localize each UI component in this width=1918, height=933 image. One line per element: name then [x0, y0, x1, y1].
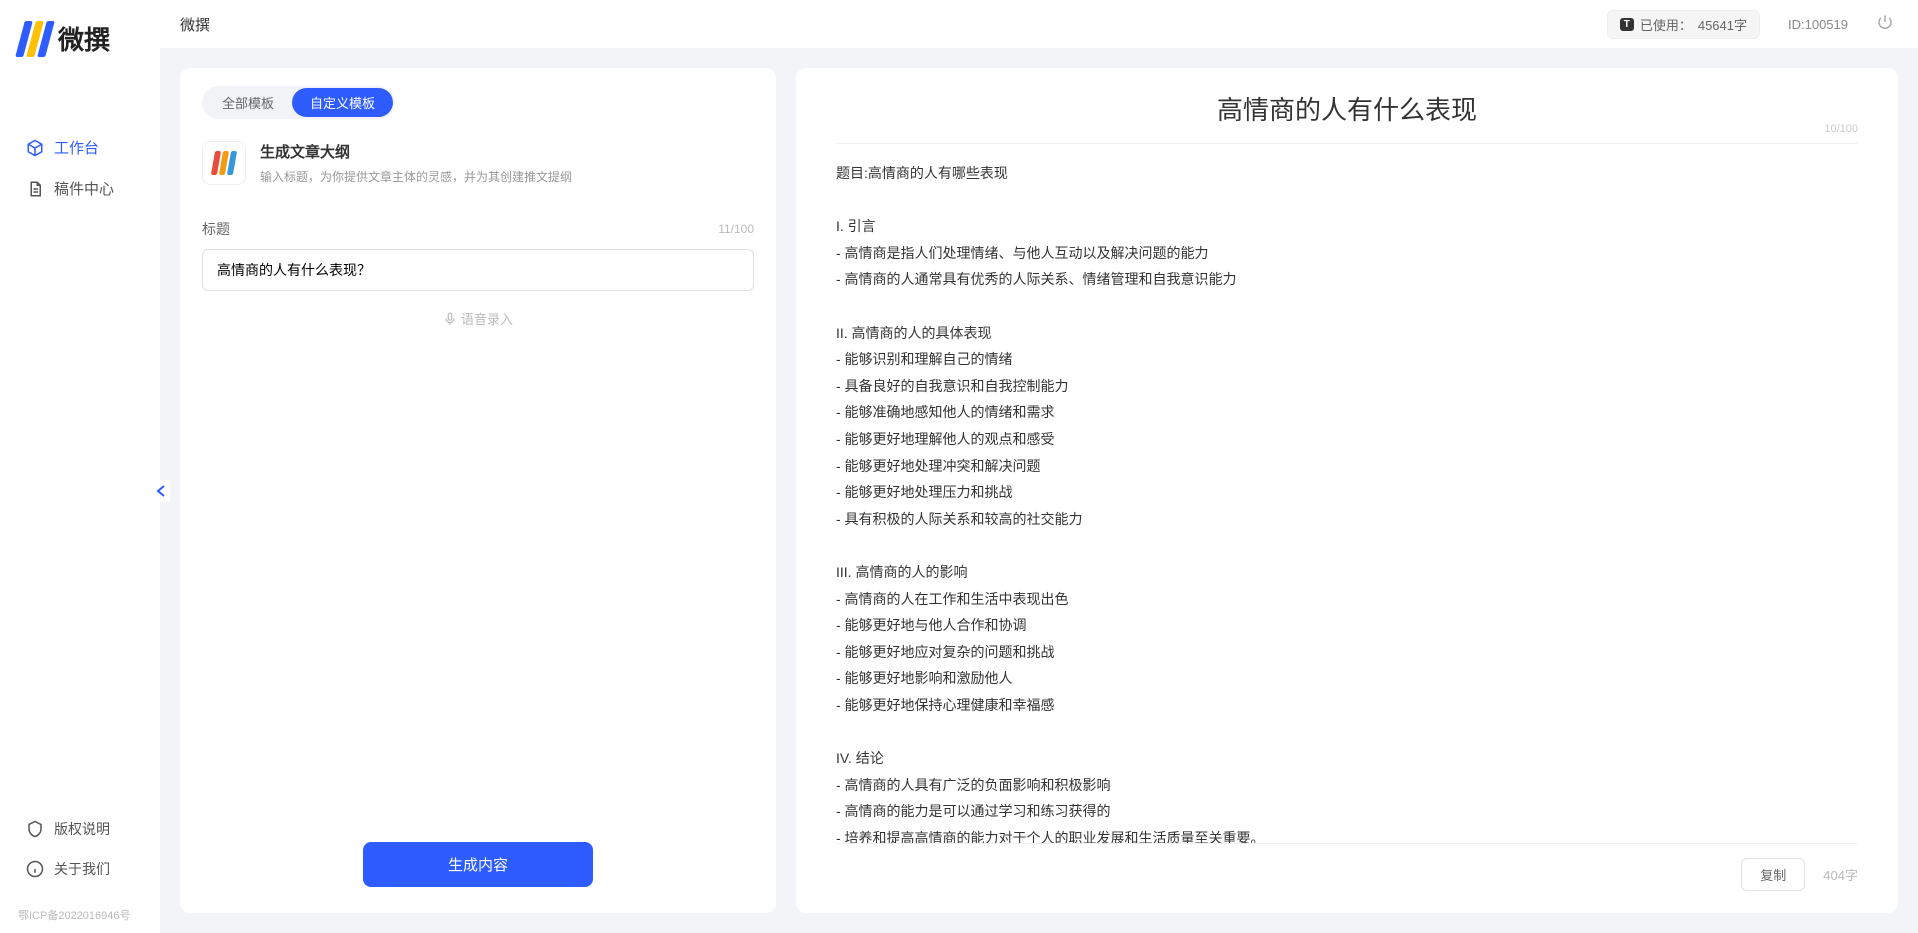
logo-text: 微撰 [58, 20, 110, 57]
content: 全部模板 自定义模板 生成文章大纲 输入标题，为你提供文章主体的灵感，并为其创建… [160, 48, 1918, 933]
power-button[interactable] [1876, 13, 1894, 36]
template-title: 生成文章大纲 [260, 141, 572, 162]
main-area: 微撰 T 已使用： 45641字 ID:100519 全部模板 自定义模板 [160, 0, 1918, 933]
left-panel: 全部模板 自定义模板 生成文章大纲 输入标题，为你提供文章主体的灵感，并为其创建… [180, 68, 776, 913]
template-card: 生成文章大纲 输入标题，为你提供文章主体的灵感，并为其创建推文提纲 [202, 141, 754, 185]
document-icon [26, 180, 44, 198]
template-tabs: 全部模板 自定义模板 [202, 86, 395, 119]
output-footer: 复制 404字 [836, 843, 1858, 891]
nav-label: 工作台 [54, 137, 99, 158]
voice-input-button[interactable]: 语音录入 [202, 309, 754, 328]
icp-text: 鄂ICP备2022016946号 [0, 901, 160, 933]
power-icon [1876, 13, 1894, 31]
cube-icon [26, 139, 44, 157]
output-body[interactable]: 题目:高情商的人有哪些表现 I. 引言 - 高情商是指人们处理情绪、与他人互动以… [836, 144, 1858, 843]
copy-button[interactable]: 复制 [1741, 858, 1805, 891]
sidebar-bottom: 版权说明 关于我们 [0, 809, 160, 901]
output-title: 高情商的人有什么表现 [1217, 90, 1477, 127]
sidebar: 微撰 工作台 稿件中心 版权说明 关于我们 鄂ICP备2022016946号 [0, 0, 160, 933]
template-desc: 输入标题，为你提供文章主体的灵感，并为其创建推文提纲 [260, 168, 572, 185]
template-icon [202, 141, 246, 185]
output-title-row: 高情商的人有什么表现 10/100 [836, 90, 1858, 144]
title-field-section: 标题 11/100 [202, 219, 754, 291]
generate-button[interactable]: 生成内容 [363, 842, 593, 887]
template-info: 生成文章大纲 输入标题，为你提供文章主体的灵感，并为其创建推文提纲 [260, 141, 572, 185]
output-char-count: 404字 [1823, 865, 1858, 884]
user-id: ID:100519 [1788, 17, 1848, 32]
tab-all-templates[interactable]: 全部模板 [204, 88, 292, 117]
tab-custom-templates[interactable]: 自定义模板 [292, 88, 393, 117]
page-title: 微撰 [180, 14, 210, 35]
output-title-counter: 10/100 [1824, 123, 1858, 135]
usage-badge-icon: T [1620, 18, 1634, 31]
header: 微撰 T 已使用： 45641字 ID:100519 [160, 0, 1918, 48]
voice-input-label: 语音录入 [461, 309, 513, 328]
sidebar-item-about[interactable]: 关于我们 [12, 849, 148, 889]
logo[interactable]: 微撰 [0, 0, 160, 77]
shield-icon [26, 820, 44, 838]
nav-label: 稿件中心 [54, 178, 114, 199]
sidebar-nav: 工作台 稿件中心 [0, 127, 160, 809]
info-icon [26, 860, 44, 878]
title-field-label: 标题 [202, 219, 230, 239]
sidebar-item-drafts[interactable]: 稿件中心 [12, 168, 148, 209]
sidebar-item-workspace[interactable]: 工作台 [12, 127, 148, 168]
logo-icon [20, 21, 50, 57]
mic-icon [443, 312, 457, 326]
sidebar-collapse-toggle[interactable] [152, 480, 170, 502]
chevron-left-icon [156, 485, 166, 497]
usage-value: 45641字 [1698, 15, 1747, 34]
title-field-counter: 11/100 [718, 222, 754, 236]
usage-label: 已使用： [1640, 15, 1692, 34]
nav-label: 关于我们 [54, 859, 110, 879]
header-right: T 已使用： 45641字 ID:100519 [1607, 10, 1894, 39]
title-input[interactable] [202, 249, 754, 291]
sidebar-item-copyright[interactable]: 版权说明 [12, 809, 148, 849]
nav-label: 版权说明 [54, 819, 110, 839]
usage-badge[interactable]: T 已使用： 45641字 [1607, 10, 1760, 39]
right-panel: 高情商的人有什么表现 10/100 题目:高情商的人有哪些表现 I. 引言 - … [796, 68, 1898, 913]
